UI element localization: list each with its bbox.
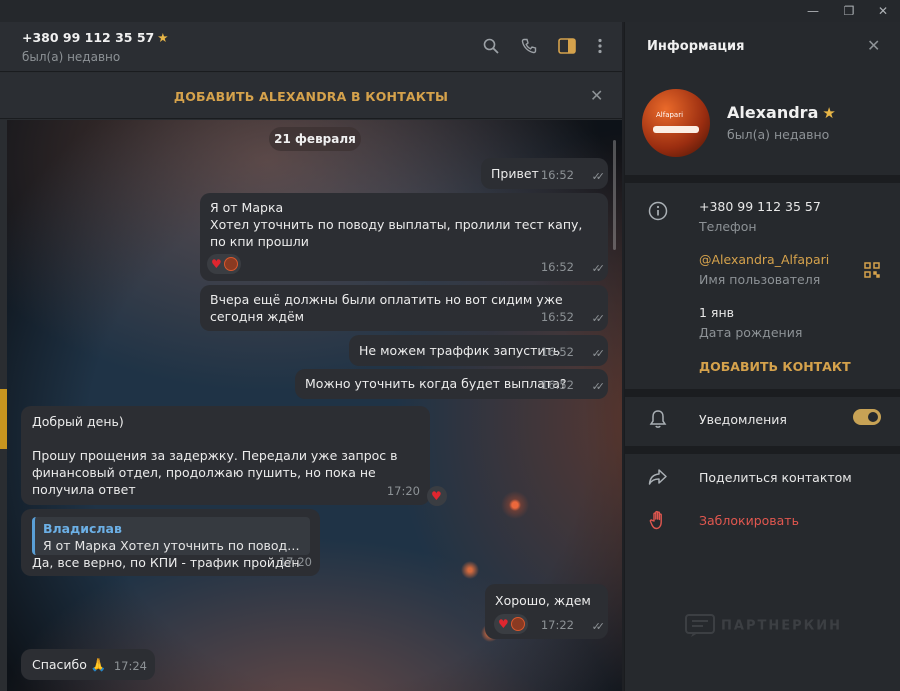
- message-text: Привет: [491, 166, 539, 181]
- username-value[interactable]: @Alexandra_Alfapari: [699, 252, 829, 267]
- bell-icon: [647, 408, 669, 430]
- message-bubble[interactable]: Я от Марка Хотел уточнить по поводу выпл…: [200, 193, 608, 281]
- toggle-knob: [866, 410, 880, 424]
- close-icon[interactable]: ✕: [867, 36, 880, 55]
- notifications-label: Уведомления: [699, 412, 787, 427]
- read-check-icon: ✓✓: [591, 380, 606, 393]
- chat-header: +380 99 112 35 57 ★ был(а) недавно: [0, 22, 622, 72]
- message-time: 16:52: [540, 260, 574, 274]
- message-bubble[interactable]: Добрый день) Прошу прощения за задержку.…: [21, 406, 430, 505]
- message-text: Вчера ещё должны были оплатить но вот си…: [210, 292, 563, 324]
- read-check-icon: ✓✓: [591, 262, 606, 275]
- divider: [625, 175, 900, 183]
- avatar[interactable]: Alfapari: [642, 89, 710, 157]
- chat-scrollbar[interactable]: [613, 140, 616, 250]
- close-window-button[interactable]: ✕: [866, 0, 900, 22]
- minimize-button[interactable]: —: [796, 0, 830, 22]
- phone-label: Телефон: [699, 219, 757, 234]
- chat-status: был(а) недавно: [22, 50, 121, 64]
- reply-text: Я от Марка Хотел уточнить по поводу выпл…: [43, 538, 307, 553]
- message-bubble[interactable]: Не можем траффик запустить 16:52 ✓✓: [349, 335, 608, 366]
- reactor-avatar: [223, 257, 238, 271]
- message-text: Можно уточнить когда будет выплата?: [305, 376, 567, 391]
- add-contact-banner: ДОБАВИТЬ ALEXANDRA В КОНТАКТЫ ✕: [0, 73, 622, 119]
- heart-icon: ♥: [498, 616, 509, 631]
- avatar-logo: Alfapari: [656, 111, 684, 119]
- username-label: Имя пользователя: [699, 272, 821, 287]
- star-icon: ★: [822, 104, 836, 122]
- add-contact-button[interactable]: ДОБАВИТЬ КОНТАКТ: [699, 359, 851, 374]
- share-contact-button[interactable]: Поделиться контактом: [699, 470, 852, 485]
- message-time: 17:20: [386, 484, 420, 498]
- divider: [625, 446, 900, 454]
- date-separator: 21 февраля: [269, 127, 361, 151]
- message-time: 16:52: [540, 168, 574, 182]
- birthday-label: Дата рождения: [699, 325, 803, 340]
- message-text: Хорошо, ждем: [495, 593, 591, 608]
- close-icon[interactable]: ✕: [590, 86, 603, 105]
- message-time: 17:24: [113, 659, 147, 673]
- search-icon[interactable]: [481, 36, 501, 56]
- chat-title[interactable]: +380 99 112 35 57 ★: [22, 30, 168, 45]
- phone-value[interactable]: +380 99 112 35 57: [699, 199, 821, 214]
- message-time: 16:52: [540, 345, 574, 359]
- reactor-avatar: [510, 617, 525, 631]
- reply-quote[interactable]: Владислав Я от Марка Хотел уточнить по п…: [32, 517, 310, 555]
- info-icon: [647, 200, 669, 222]
- share-icon: [647, 466, 669, 488]
- message-bubble[interactable]: Можно уточнить когда будет выплата? 16:5…: [295, 369, 608, 399]
- message-text: Спасибо 🙏: [32, 657, 107, 672]
- block-button[interactable]: Заблокировать: [699, 513, 799, 528]
- notifications-toggle[interactable]: [853, 409, 881, 425]
- read-check-icon: ✓✓: [591, 347, 606, 360]
- window-titlebar: — ❐ ✕: [0, 0, 900, 22]
- message-bubble[interactable]: Вчера ещё должны были оплатить но вот си…: [200, 285, 608, 331]
- reaction-badge[interactable]: ♥: [494, 614, 528, 634]
- left-accent: [0, 389, 7, 449]
- message-bubble[interactable]: Владислав Я от Марка Хотел уточнить по п…: [21, 509, 320, 576]
- qr-code-icon[interactable]: [861, 259, 883, 281]
- message-bubble[interactable]: Привет 16:52 ✓✓: [481, 158, 608, 189]
- read-check-icon: ✓✓: [591, 312, 606, 325]
- maximize-button[interactable]: ❐: [832, 0, 866, 22]
- panel-title: Информация: [647, 39, 745, 54]
- heart-icon: ♥: [211, 256, 222, 271]
- add-contact-link[interactable]: ДОБАВИТЬ ALEXANDRA В КОНТАКТЫ: [0, 89, 622, 104]
- contact-name: Alexandra ★: [727, 103, 836, 122]
- birthday-value: 1 янв: [699, 305, 734, 320]
- message-time: 16:52: [540, 310, 574, 324]
- message-text: Да, все верно, по КПИ - трафик пройден: [32, 555, 300, 570]
- reaction-badge[interactable]: ♥: [427, 486, 447, 506]
- hand-block-icon: [647, 509, 669, 531]
- message-bubble[interactable]: Хорошо, ждем ♥ 17:22 ✓✓: [485, 584, 608, 639]
- heart-icon: ♥: [431, 489, 442, 503]
- message-time: 17:22: [540, 618, 574, 632]
- phone-icon[interactable]: [519, 36, 539, 56]
- message-text: Добрый день) Прошу прощения за задержку.…: [32, 414, 398, 497]
- sidebar-icon[interactable]: [557, 36, 577, 56]
- contact-status: был(а) недавно: [727, 127, 830, 142]
- message-bubble[interactable]: Спасибо 🙏 17:24: [21, 649, 155, 680]
- info-panel: Информация ✕ Alfapari Alexandra ★ был(а) …: [624, 22, 900, 691]
- read-check-icon: ✓✓: [591, 170, 606, 183]
- reply-author: Владислав: [43, 521, 122, 536]
- message-time: 17:20: [278, 555, 312, 569]
- read-check-icon: ✓✓: [591, 620, 606, 633]
- divider: [625, 389, 900, 397]
- message-text: Не можем траффик запустить: [359, 343, 561, 358]
- star-icon: ★: [157, 30, 169, 45]
- message-time: 16:52: [540, 378, 574, 392]
- avatar-bar: [653, 126, 699, 133]
- reaction-badge[interactable]: ♥: [207, 254, 241, 274]
- watermark: ПАРТНЕРКИН: [685, 614, 842, 638]
- more-icon[interactable]: [590, 36, 610, 56]
- message-text: Я от Марка Хотел уточнить по поводу выпл…: [210, 200, 583, 249]
